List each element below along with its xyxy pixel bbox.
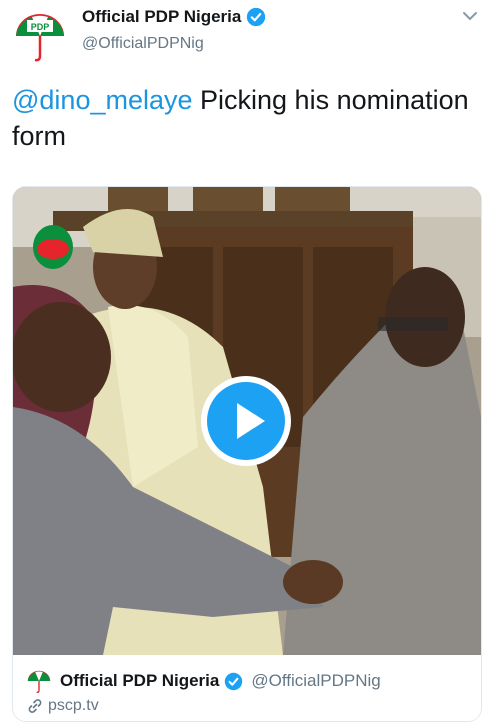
author-avatar[interactable]: PDP (10, 6, 70, 66)
link-icon (28, 699, 42, 713)
media-card[interactable]: Official PDP Nigeria @OfficialPDPNig psc… (12, 186, 482, 722)
card-author-name: Official PDP Nigeria (60, 671, 220, 690)
chevron-down-icon[interactable] (462, 10, 478, 22)
card-link[interactable]: pscp.tv (27, 697, 99, 715)
mention-link[interactable]: @dino_melaye (12, 85, 193, 115)
author-display-name[interactable]: Official PDP Nigeria (82, 7, 241, 27)
card-link-text[interactable]: pscp.tv (48, 697, 99, 715)
card-author-row: Official PDP Nigeria @OfficialPDPNig (25, 667, 381, 695)
card-footer[interactable]: Official PDP Nigeria @OfficialPDPNig psc… (13, 655, 481, 721)
pdp-umbrella-logo-icon: PDP (16, 14, 64, 62)
card-author-handle: @OfficialPDPNig (251, 671, 381, 690)
play-icon (237, 403, 265, 439)
video-player[interactable] (13, 187, 481, 655)
author-handle[interactable]: @OfficialPDPNig (82, 35, 204, 53)
play-button-inner (207, 382, 285, 460)
verified-badge-icon (247, 7, 266, 27)
tweet-header: PDP Official PDP Nigeria @OfficialPDPNig (0, 0, 493, 70)
logo-text: PDP (31, 22, 50, 32)
play-button[interactable] (201, 376, 291, 466)
tweet-text: @dino_melaye Picking his nomination form (12, 82, 482, 154)
verified-badge-icon (225, 672, 243, 690)
pdp-umbrella-logo-icon (27, 670, 51, 693)
